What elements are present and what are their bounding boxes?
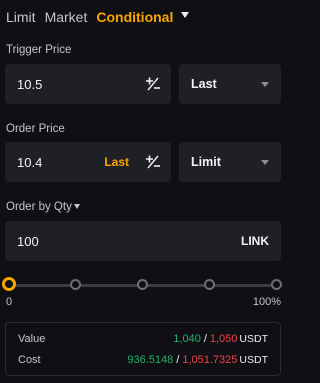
order-price-input[interactable]: 10.4 Last [5,142,171,182]
chevron-down-icon [261,160,269,165]
tab-limit[interactable]: Limit [6,9,36,25]
chevron-down-icon [73,204,80,209]
tab-market[interactable]: Market [45,9,88,25]
value-unit: USDT [239,333,268,345]
order-qty-unit: LINK [241,234,269,248]
order-type-select[interactable]: Limit [179,142,281,182]
trigger-type-value: Last [191,77,217,91]
value-label: Value [18,333,46,345]
cost-separator: / [176,354,180,366]
order-type-tabs: Limit Market Conditional [0,0,287,34]
plus-minus-icon[interactable] [145,76,161,92]
trigger-price-label: Trigger Price [6,44,72,56]
slider-min-label: 0 [6,296,13,308]
order-by-qty-selector[interactable]: Order by Qty [6,201,80,213]
chevron-down-icon [261,82,269,87]
order-price-value: 10.4 [17,154,43,170]
trigger-price-value: 10.5 [17,76,43,92]
trigger-price-input[interactable]: 10.5 [5,64,171,104]
plus-minus-icon[interactable] [145,154,161,170]
cost-buy: 936.5148 [127,354,174,366]
order-price-last-tag[interactable]: Last [104,155,129,169]
order-price-label: Order Price [6,123,65,135]
value-row: Value 1,040 / 1,050 USDT [6,329,280,349]
order-by-qty-label: Order by Qty [6,201,72,213]
cost-sell: 1,051.7325 [182,354,238,366]
slider-mark-100[interactable] [271,279,282,290]
qty-slider-handle[interactable] [2,277,16,291]
order-qty-input[interactable]: 100 LINK [5,221,281,261]
value-buy: 1,040 [173,333,201,345]
conditional-dropdown-chevron-down-icon[interactable] [181,12,190,18]
value-separator: / [203,333,207,345]
slider-mark-50[interactable] [137,279,148,290]
cost-unit: USDT [239,354,268,366]
order-qty-value: 100 [17,233,39,249]
order-type-value: Limit [191,155,221,169]
order-summary: Value 1,040 / 1,050 USDT Cost 936.5148 /… [5,322,281,376]
value-sell: 1,050 [209,333,238,345]
cost-row: Cost 936.5148 / 1,051.7325 USDT [6,350,280,370]
tab-conditional[interactable]: Conditional [96,9,173,25]
slider-mark-25[interactable] [70,279,81,290]
slider-mark-75[interactable] [204,279,215,290]
slider-max-label: 100% [252,296,281,308]
cost-label: Cost [18,354,41,366]
trigger-type-select[interactable]: Last [179,64,281,104]
